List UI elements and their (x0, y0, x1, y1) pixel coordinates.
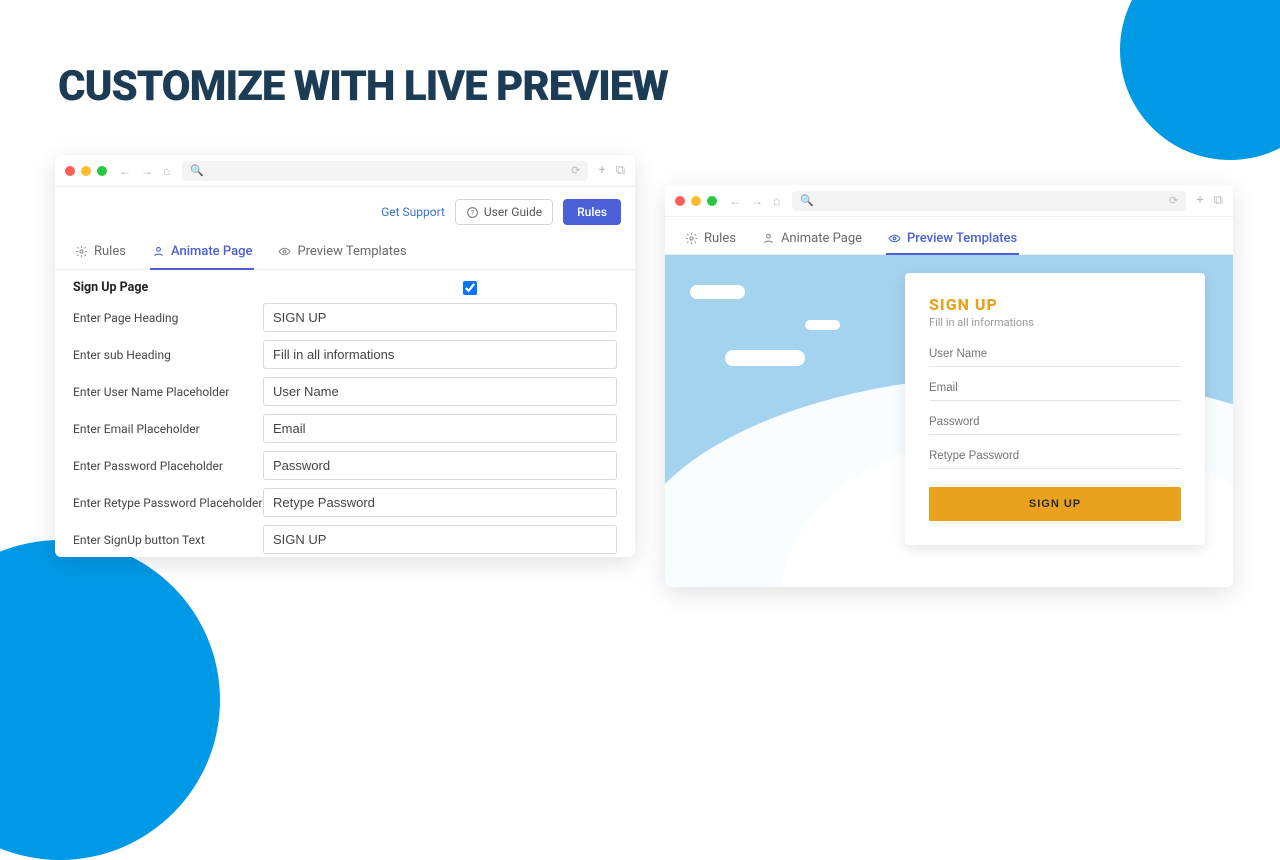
tab-animate-page[interactable]: Animate Page (150, 235, 254, 269)
home-icon[interactable]: ⌂ (773, 194, 780, 208)
user-guide-label: User Guide (484, 205, 542, 219)
rules-button[interactable]: Rules (563, 199, 621, 225)
label-password-placeholder: Enter Password Placeholder (73, 459, 263, 473)
close-icon[interactable] (675, 196, 685, 206)
tab-preview-templates[interactable]: Preview Templates (886, 223, 1019, 254)
new-tab-icon[interactable]: + (1196, 193, 1203, 208)
address-bar[interactable]: 🔍 ⟳ (792, 191, 1186, 211)
tab-rules[interactable]: Rules (683, 223, 738, 254)
back-icon[interactable]: ← (119, 164, 131, 178)
back-icon[interactable]: ← (729, 194, 741, 208)
label-email-placeholder: Enter Email Placeholder (73, 422, 263, 436)
decorative-blob-top-right (1120, 0, 1280, 160)
eye-icon (888, 232, 901, 245)
copy-icon[interactable]: ⧉ (1214, 193, 1223, 208)
input-password-placeholder[interactable] (263, 451, 617, 480)
tab-animate-label: Animate Page (171, 244, 252, 259)
section-title: Sign Up Page (73, 280, 263, 295)
tab-rules-label: Rules (94, 244, 126, 259)
copy-icon[interactable]: ⧉ (616, 163, 625, 178)
refresh-icon[interactable]: ⟳ (1169, 194, 1178, 207)
address-bar[interactable]: 🔍 ⟳ (182, 161, 588, 181)
cloud-icon (805, 320, 840, 330)
cloud-icon (725, 350, 805, 366)
user-guide-button[interactable]: ? User Guide (455, 199, 553, 225)
gear-icon (75, 245, 88, 258)
close-icon[interactable] (65, 166, 75, 176)
tab-animate-page[interactable]: Animate Page (760, 223, 864, 254)
refresh-icon[interactable]: ⟳ (571, 164, 580, 177)
search-icon: 🔍 (800, 194, 814, 207)
input-page-heading[interactable] (263, 303, 617, 332)
person-icon (152, 245, 165, 258)
eye-icon (278, 245, 291, 258)
page-title: CUSTOMIZE WITH LIVE PREVIEW (58, 62, 668, 111)
browser-chrome: ← → ⌂ 🔍 ⟳ + ⧉ (55, 155, 635, 187)
browser-chrome: ← → ⌂ 🔍 ⟳ + ⧉ (665, 185, 1233, 217)
preview-window: ← → ⌂ 🔍 ⟳ + ⧉ Rules Animate Page Preview… (665, 185, 1233, 587)
input-sub-heading[interactable] (263, 340, 617, 369)
section-toggle-checkbox[interactable] (463, 281, 477, 295)
preview-retype-field[interactable] (929, 443, 1181, 469)
get-support-link[interactable]: Get Support (381, 205, 445, 219)
tab-preview-templates[interactable]: Preview Templates (276, 235, 408, 269)
preview-username-field[interactable] (929, 341, 1181, 367)
maximize-icon[interactable] (97, 166, 107, 176)
input-retype-placeholder[interactable] (263, 488, 617, 517)
traffic-lights (675, 196, 717, 206)
new-tab-icon[interactable]: + (598, 163, 605, 178)
tab-rules-label: Rules (704, 231, 736, 246)
input-button-text[interactable] (263, 525, 617, 554)
tab-preview-label: Preview Templates (297, 244, 406, 259)
decorative-blob-bottom-left (0, 540, 220, 860)
form-area: Sign Up Page Enter Page Heading Enter su… (55, 270, 635, 557)
traffic-lights (65, 166, 107, 176)
preview-email-field[interactable] (929, 375, 1181, 401)
card-title: SIGN UP (929, 295, 1181, 314)
tabs-bar: Rules Animate Page Preview Templates (55, 235, 635, 270)
search-icon: 🔍 (190, 164, 204, 177)
maximize-icon[interactable] (707, 196, 717, 206)
label-sub-heading: Enter sub Heading (73, 348, 263, 362)
input-username-placeholder[interactable] (263, 377, 617, 406)
signup-card: SIGN UP Fill in all informations SIGN UP (905, 273, 1205, 545)
preview-canvas: SIGN UP Fill in all informations SIGN UP (665, 255, 1233, 587)
tab-preview-label: Preview Templates (907, 231, 1017, 246)
top-actions: Get Support ? User Guide Rules (55, 187, 635, 235)
tab-rules[interactable]: Rules (73, 235, 128, 269)
home-icon[interactable]: ⌂ (163, 164, 170, 178)
preview-signup-button[interactable]: SIGN UP (929, 487, 1181, 521)
minimize-icon[interactable] (81, 166, 91, 176)
label-retype-placeholder: Enter Retype Password Placeholder (73, 496, 263, 510)
gear-icon (685, 232, 698, 245)
preview-password-field[interactable] (929, 409, 1181, 435)
card-subtitle: Fill in all informations (929, 316, 1181, 329)
tab-animate-label: Animate Page (781, 231, 862, 246)
label-username-placeholder: Enter User Name Placeholder (73, 385, 263, 399)
label-page-heading: Enter Page Heading (73, 311, 263, 325)
cloud-icon (690, 285, 745, 299)
forward-icon[interactable]: → (751, 194, 763, 208)
label-button-text: Enter SignUp button Text (73, 533, 263, 547)
tabs-bar: Rules Animate Page Preview Templates (665, 217, 1233, 255)
forward-icon[interactable]: → (141, 164, 153, 178)
minimize-icon[interactable] (691, 196, 701, 206)
person-icon (762, 232, 775, 245)
help-icon: ? (466, 206, 479, 219)
settings-window: ← → ⌂ 🔍 ⟳ + ⧉ Get Support ? User Guide R… (55, 155, 635, 557)
input-email-placeholder[interactable] (263, 414, 617, 443)
svg-text:?: ? (471, 208, 474, 216)
